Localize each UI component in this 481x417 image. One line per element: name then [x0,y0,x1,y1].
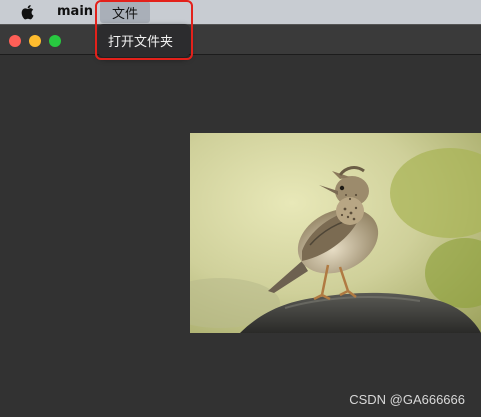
zoom-button[interactable] [49,35,61,47]
app-name-menu[interactable]: main [57,4,93,19]
minimize-button[interactable] [29,35,41,47]
file-dropdown-menu: 打开文件夹 [98,24,190,57]
apple-icon[interactable] [20,3,36,21]
menu-bar: main 文件 [0,0,481,24]
bird-image [190,133,481,333]
watermark: CSDN @GA666666 [349,392,465,407]
window-titlebar[interactable] [0,24,481,55]
file-menu[interactable]: 文件 [100,1,150,23]
close-button[interactable] [9,35,21,47]
bird-photo [190,133,481,333]
menu-item-open-folder[interactable]: 打开文件夹 [108,31,173,50]
app-window [0,24,481,417]
file-menu-label: 文件 [111,6,138,22]
